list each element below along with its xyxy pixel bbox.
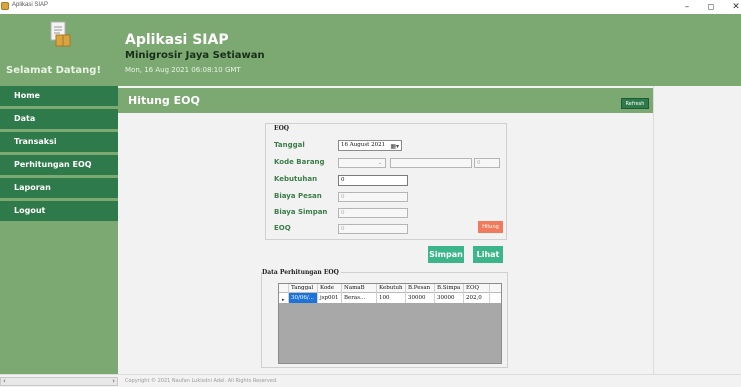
kode-barang-label: Kode Barang [274,158,325,166]
biaya-pesan-field: 0 [338,192,408,202]
eoq-label: EOQ [274,224,291,232]
simpan-button[interactable]: Simpan [428,246,464,263]
stok-field: 0 [474,158,500,168]
sidebar-item-perhitungan-eoq[interactable]: Perhitungan EOQ [0,155,118,175]
horizontal-scrollbar[interactable]: ‹ › [0,377,118,386]
title-bar: Aplikasi SIAP – ◻ ✕ [0,0,741,14]
minimize-button[interactable]: – [680,1,694,13]
column-header[interactable]: EOQ [464,284,490,293]
app-title: Aplikasi SIAP [125,32,229,48]
eoq-data-grid[interactable]: Tanggal Kode NamaB Kebutuh B.Pesan B.Sim… [278,283,502,364]
row-indicator: ▸ [279,293,289,303]
table-cell[interactable]: jsp001 [318,293,342,303]
biaya-pesan-label: Biaya Pesan [274,192,322,200]
row-pointer-icon: ▸ [282,297,285,303]
tanggal-value: 16 August 2021 [341,142,386,148]
right-empty-panel [653,86,741,374]
column-header[interactable]: Kebutuh [377,284,406,293]
column-header[interactable]: NamaB [342,284,377,293]
kebutuhan-label: Kebutuhan [274,175,318,183]
tanggal-datepicker[interactable]: 16 August 2021 ▦▾ [338,140,402,151]
column-header[interactable]: B.Simpa [435,284,464,293]
biaya-simpan-field: 0 [338,208,408,218]
calendar-dropdown-icon[interactable]: ▦▾ [390,142,399,151]
sidebar-item-laporan[interactable]: Laporan [0,178,118,198]
kode-barang-select[interactable]: ⌄ [338,158,386,168]
maximize-button[interactable]: ◻ [704,1,718,13]
sidebar-item-data[interactable]: Data [0,109,118,129]
app-window: Aplikasi SIAP – ◻ ✕ Selamat Datang! Apli… [0,0,741,387]
column-header[interactable]: B.Pesan [406,284,435,293]
sidebar-item-logout[interactable]: Logout [0,201,118,221]
table-cell[interactable]: 30000 [435,293,464,303]
scroll-left-icon[interactable]: ‹ [3,377,6,385]
data-perhitungan-groupbox: Data Perhitungan EOQ Tanggal Kode NamaB … [261,269,508,368]
table-cell[interactable]: 30/06/... [289,293,318,303]
table-cell[interactable]: 30000 [406,293,435,303]
eoq-group-title: EOQ [274,125,290,132]
copyright-text: Copyright © 2021 Naufan Lukisdni Adel. A… [125,378,278,384]
data-group-title: Data Perhitungan EOQ [262,269,341,276]
nama-barang-field [390,158,472,168]
main-content: Hitung EOQ Refresh EOQ Tanggal 16 August… [118,86,653,374]
welcome-text: Selamat Datang! [6,65,102,76]
biaya-simpan-label: Biaya Simpan [274,208,328,216]
eoq-groupbox: EOQ Tanggal 16 August 2021 ▦▾ Kode Baran… [265,123,507,240]
kebutuhan-input[interactable]: 0 [338,175,408,186]
page-title: Hitung EOQ [128,94,200,107]
datetime-text: Mon, 16 Aug 2021 06:08:10 GMT [125,66,241,74]
box-user-icon [50,21,71,47]
scroll-right-icon[interactable]: › [112,377,115,385]
hitung-button[interactable]: Hitung [478,221,503,233]
close-button[interactable]: ✕ [729,1,741,13]
app-icon [1,2,9,10]
sidebar-item-transaksi[interactable]: Transaksi [0,132,118,152]
app-header: Selamat Datang! Aplikasi SIAP Minigrosir… [0,14,741,86]
refresh-button[interactable]: Refresh [621,98,649,109]
sidebar-item-home[interactable]: Home [0,86,118,106]
column-header[interactable]: Kode [318,284,342,293]
row-header-corner [279,284,289,293]
grid-header-row: Tanggal Kode NamaB Kebutuh B.Pesan B.Sim… [279,284,501,293]
lihat-button[interactable]: Lihat [473,246,503,263]
table-row[interactable]: ▸ 30/06/... jsp001 Beras... 100 30000 30… [279,293,501,303]
eoq-result-field: 0 [338,224,408,234]
table-cell[interactable]: 100 [377,293,406,303]
sidebar: Home Data Transaksi Perhitungan EOQ Lapo… [0,86,118,374]
tanggal-label: Tanggal [274,141,305,149]
table-cell[interactable]: Beras... [342,293,377,303]
store-name: Minigrosir Jaya Setiawan [125,50,265,61]
column-header[interactable]: Tanggal [289,284,318,293]
chevron-down-icon: ⌄ [377,160,382,166]
content-header: Hitung EOQ Refresh [118,88,653,113]
window-title: Aplikasi SIAP [12,2,49,8]
footer: ‹ › Copyright © 2021 Naufan Lukisdni Ade… [0,374,741,387]
table-cell[interactable]: 202,0 [464,293,490,303]
